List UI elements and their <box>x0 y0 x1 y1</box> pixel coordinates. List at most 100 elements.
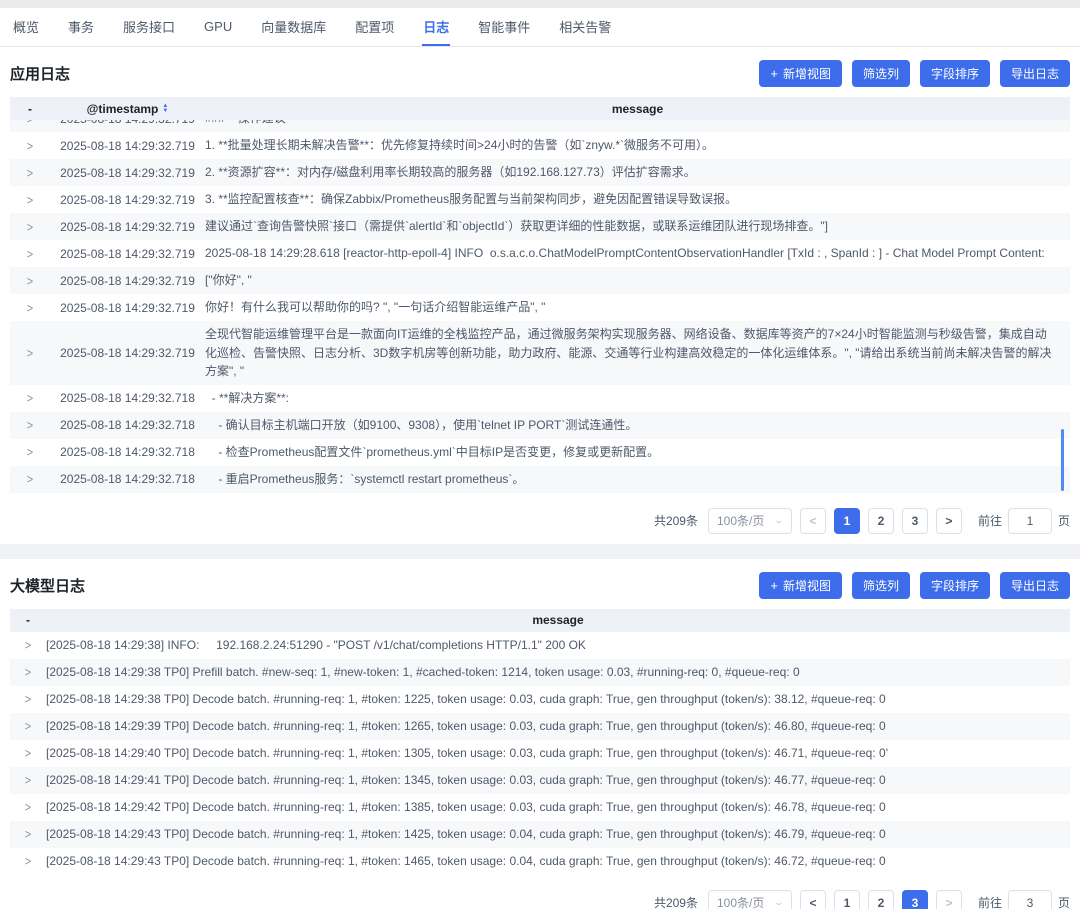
goto-label: 前往 <box>978 512 1002 529</box>
app-logs-pagination: 共209条 100条/页 ⌄ < 1 2 3 > 前往 页 <box>10 493 1070 534</box>
timestamp-cell: 2025-08-18 14:29:32.719 <box>50 139 205 153</box>
tab-item[interactable]: 概览 <box>12 8 40 46</box>
table-row: >2025-08-18 14:29:32.718 - 检查Prometheus配… <box>10 439 1070 466</box>
goto-page-input[interactable] <box>1008 508 1052 534</box>
timestamp-cell: 2025-08-18 14:29:32.718 <box>50 391 205 405</box>
expand-row-icon[interactable]: > <box>25 666 31 680</box>
tab-item[interactable]: GPU <box>203 8 233 46</box>
scrollbar-thumb[interactable] <box>1061 429 1064 491</box>
message-cell: [2025-08-18 14:29:42 TP0] Decode batch. … <box>46 798 1070 817</box>
field-sort-button[interactable]: 字段排序 <box>920 60 990 87</box>
timestamp-column-header[interactable]: @timestamp▲▼ <box>50 102 205 116</box>
expand-row-icon[interactable]: > <box>27 419 33 433</box>
expand-row-icon[interactable]: > <box>25 720 31 734</box>
goto-label: 前往 <box>978 894 1002 909</box>
expand-cell: > <box>10 220 50 234</box>
add-view-button[interactable]: + 新增视图 <box>759 60 842 87</box>
tab-item[interactable]: 相关告警 <box>558 8 612 46</box>
expand-cell: > <box>10 346 50 360</box>
add-view-button[interactable]: + 新增视图 <box>759 572 842 599</box>
table-row: > [2025-08-18 14:29:43 TP0] Decode batch.… <box>10 821 1070 848</box>
expand-cell: > <box>10 445 50 459</box>
message-cell: [2025-08-18 14:29:38 TP0] Prefill batch.… <box>46 663 1070 682</box>
filter-columns-button[interactable]: 筛选列 <box>852 60 910 87</box>
tab-item-active[interactable]: 日志 <box>422 8 450 46</box>
field-sort-button[interactable]: 字段排序 <box>920 572 990 599</box>
expand-cell: > <box>10 800 46 814</box>
expand-cell: > <box>10 719 46 733</box>
expand-row-icon[interactable]: > <box>27 473 33 487</box>
goto-suffix: 页 <box>1058 894 1070 909</box>
message-cell: [2025-08-18 14:29:43 TP0] Decode batch. … <box>46 825 1070 844</box>
page-number-button[interactable]: 3 <box>902 508 928 534</box>
timestamp-cell: 2025-08-18 14:29:32.719 <box>50 274 205 288</box>
tab-item[interactable]: 向量数据库 <box>260 8 327 46</box>
expand-row-icon[interactable]: > <box>25 774 31 788</box>
table-row: >2025-08-18 14:29:32.718 - 确认目标主机端口开放（如9… <box>10 412 1070 439</box>
llm-logs-toolbar: + 新增视图 筛选列 字段排序 导出日志 <box>759 572 1070 599</box>
filter-columns-button[interactable]: 筛选列 <box>852 572 910 599</box>
expand-row-icon[interactable]: > <box>25 828 31 842</box>
page-number-button[interactable]: 1 <box>834 890 860 909</box>
table-row: >[2025-08-18 14:29:39 TP0] Decode batch.… <box>10 713 1070 740</box>
page-number-button[interactable]: 2 <box>868 508 894 534</box>
timestamp-cell: 2025-08-18 14:29:32.719 <box>50 120 205 126</box>
message-cell: [2025-08-18 14:29:40 TP0] Decode batch. … <box>46 744 1070 763</box>
expand-row-icon[interactable]: > <box>27 247 33 261</box>
page-size-select[interactable]: 100条/页 ⌄ <box>708 890 792 909</box>
export-logs-button[interactable]: 导出日志 <box>1000 572 1070 599</box>
sort-icon[interactable]: ▲▼ <box>162 104 168 114</box>
expand-row-icon[interactable]: > <box>25 801 31 815</box>
expand-row-icon[interactable]: > <box>25 639 31 653</box>
filter-columns-label: 筛选列 <box>863 65 899 82</box>
expand-row-icon[interactable]: > <box>25 693 31 707</box>
expand-row-icon[interactable]: > <box>27 166 33 180</box>
export-logs-label: 导出日志 <box>1011 577 1059 594</box>
prev-page-button[interactable]: < <box>800 890 826 909</box>
timestamp-cell: 2025-08-18 14:29:32.718 <box>50 472 205 486</box>
tab-item[interactable]: 智能事件 <box>477 8 531 46</box>
expand-row-icon[interactable]: > <box>27 193 33 207</box>
app-logs-table: - @timestamp▲▼ message >2025-08-18 14:29… <box>10 97 1070 493</box>
timestamp-cell: 2025-08-18 14:29:32.719 <box>50 346 205 360</box>
table-row: >2025-08-18 14:29:32.719### **操作建议** <box>10 120 1070 132</box>
expand-row-icon[interactable]: > <box>27 301 33 315</box>
page-size-value: 100条/页 <box>717 512 764 529</box>
message-cell: ["你好", " <box>205 271 1070 290</box>
expand-row-icon[interactable]: > <box>25 855 31 869</box>
expand-row-icon[interactable]: > <box>27 139 33 153</box>
table-row: >2025-08-18 14:29:32.719你好！有什么我可以帮助你的吗? … <box>10 294 1070 321</box>
timestamp-cell: 2025-08-18 14:29:32.719 <box>50 220 205 234</box>
llm-logs-table-body: >[2025-08-18 14:29:38] INFO: 192.168.2.2… <box>10 632 1070 875</box>
expand-cell: > <box>10 472 50 486</box>
message-cell: - 确认目标主机端口开放（如9100、9308），使用`telnet IP PO… <box>205 416 1070 435</box>
timestamp-cell: 2025-08-18 14:29:32.719 <box>50 247 205 261</box>
next-page-button[interactable]: > <box>936 890 962 909</box>
chevron-down-icon: ⌄ <box>774 515 785 526</box>
page-number-button[interactable]: 2 <box>868 890 894 909</box>
expand-row-icon[interactable]: > <box>27 446 33 460</box>
expand-row-icon[interactable]: > <box>27 274 33 288</box>
tab-item[interactable]: 事务 <box>67 8 95 46</box>
next-page-button[interactable]: > <box>936 508 962 534</box>
expand-row-icon[interactable]: > <box>27 220 33 234</box>
expand-row-icon[interactable]: > <box>25 747 31 761</box>
timestamp-cell: 2025-08-18 14:29:32.719 <box>50 166 205 180</box>
tab-item[interactable]: 配置项 <box>354 8 395 46</box>
page-number-button[interactable]: 3 <box>902 890 928 909</box>
expand-row-icon[interactable]: > <box>27 392 33 406</box>
page-number-button[interactable]: 1 <box>834 508 860 534</box>
expand-cell: > <box>10 166 50 180</box>
llm-logs-pagination: 共209条 100条/页 ⌄ < 1 2 3 > 前往 页 <box>10 875 1070 909</box>
expand-row-icon[interactable]: > <box>27 347 33 361</box>
llm-logs-section: 大模型日志 + 新增视图 筛选列 字段排序 导出日志 - message >[2… <box>0 559 1080 909</box>
prev-page-button[interactable]: < <box>800 508 826 534</box>
export-logs-button[interactable]: 导出日志 <box>1000 60 1070 87</box>
app-logs-section: 应用日志 + 新增视图 筛选列 字段排序 导出日志 - @timestamp▲▼… <box>0 47 1080 544</box>
message-cell: 建议通过`查询告警快照`接口（需提供`alertId`和`objectId`）获… <box>205 217 1070 236</box>
expand-row-icon[interactable]: > <box>27 120 33 127</box>
goto-page-input[interactable] <box>1008 890 1052 909</box>
tab-item[interactable]: 服务接口 <box>122 8 176 46</box>
page-size-select[interactable]: 100条/页 ⌄ <box>708 508 792 534</box>
message-cell: 全现代智能运维管理平台是一款面向IT运维的全栈监控产品，通过微服务架构实现服务器… <box>205 321 1070 385</box>
